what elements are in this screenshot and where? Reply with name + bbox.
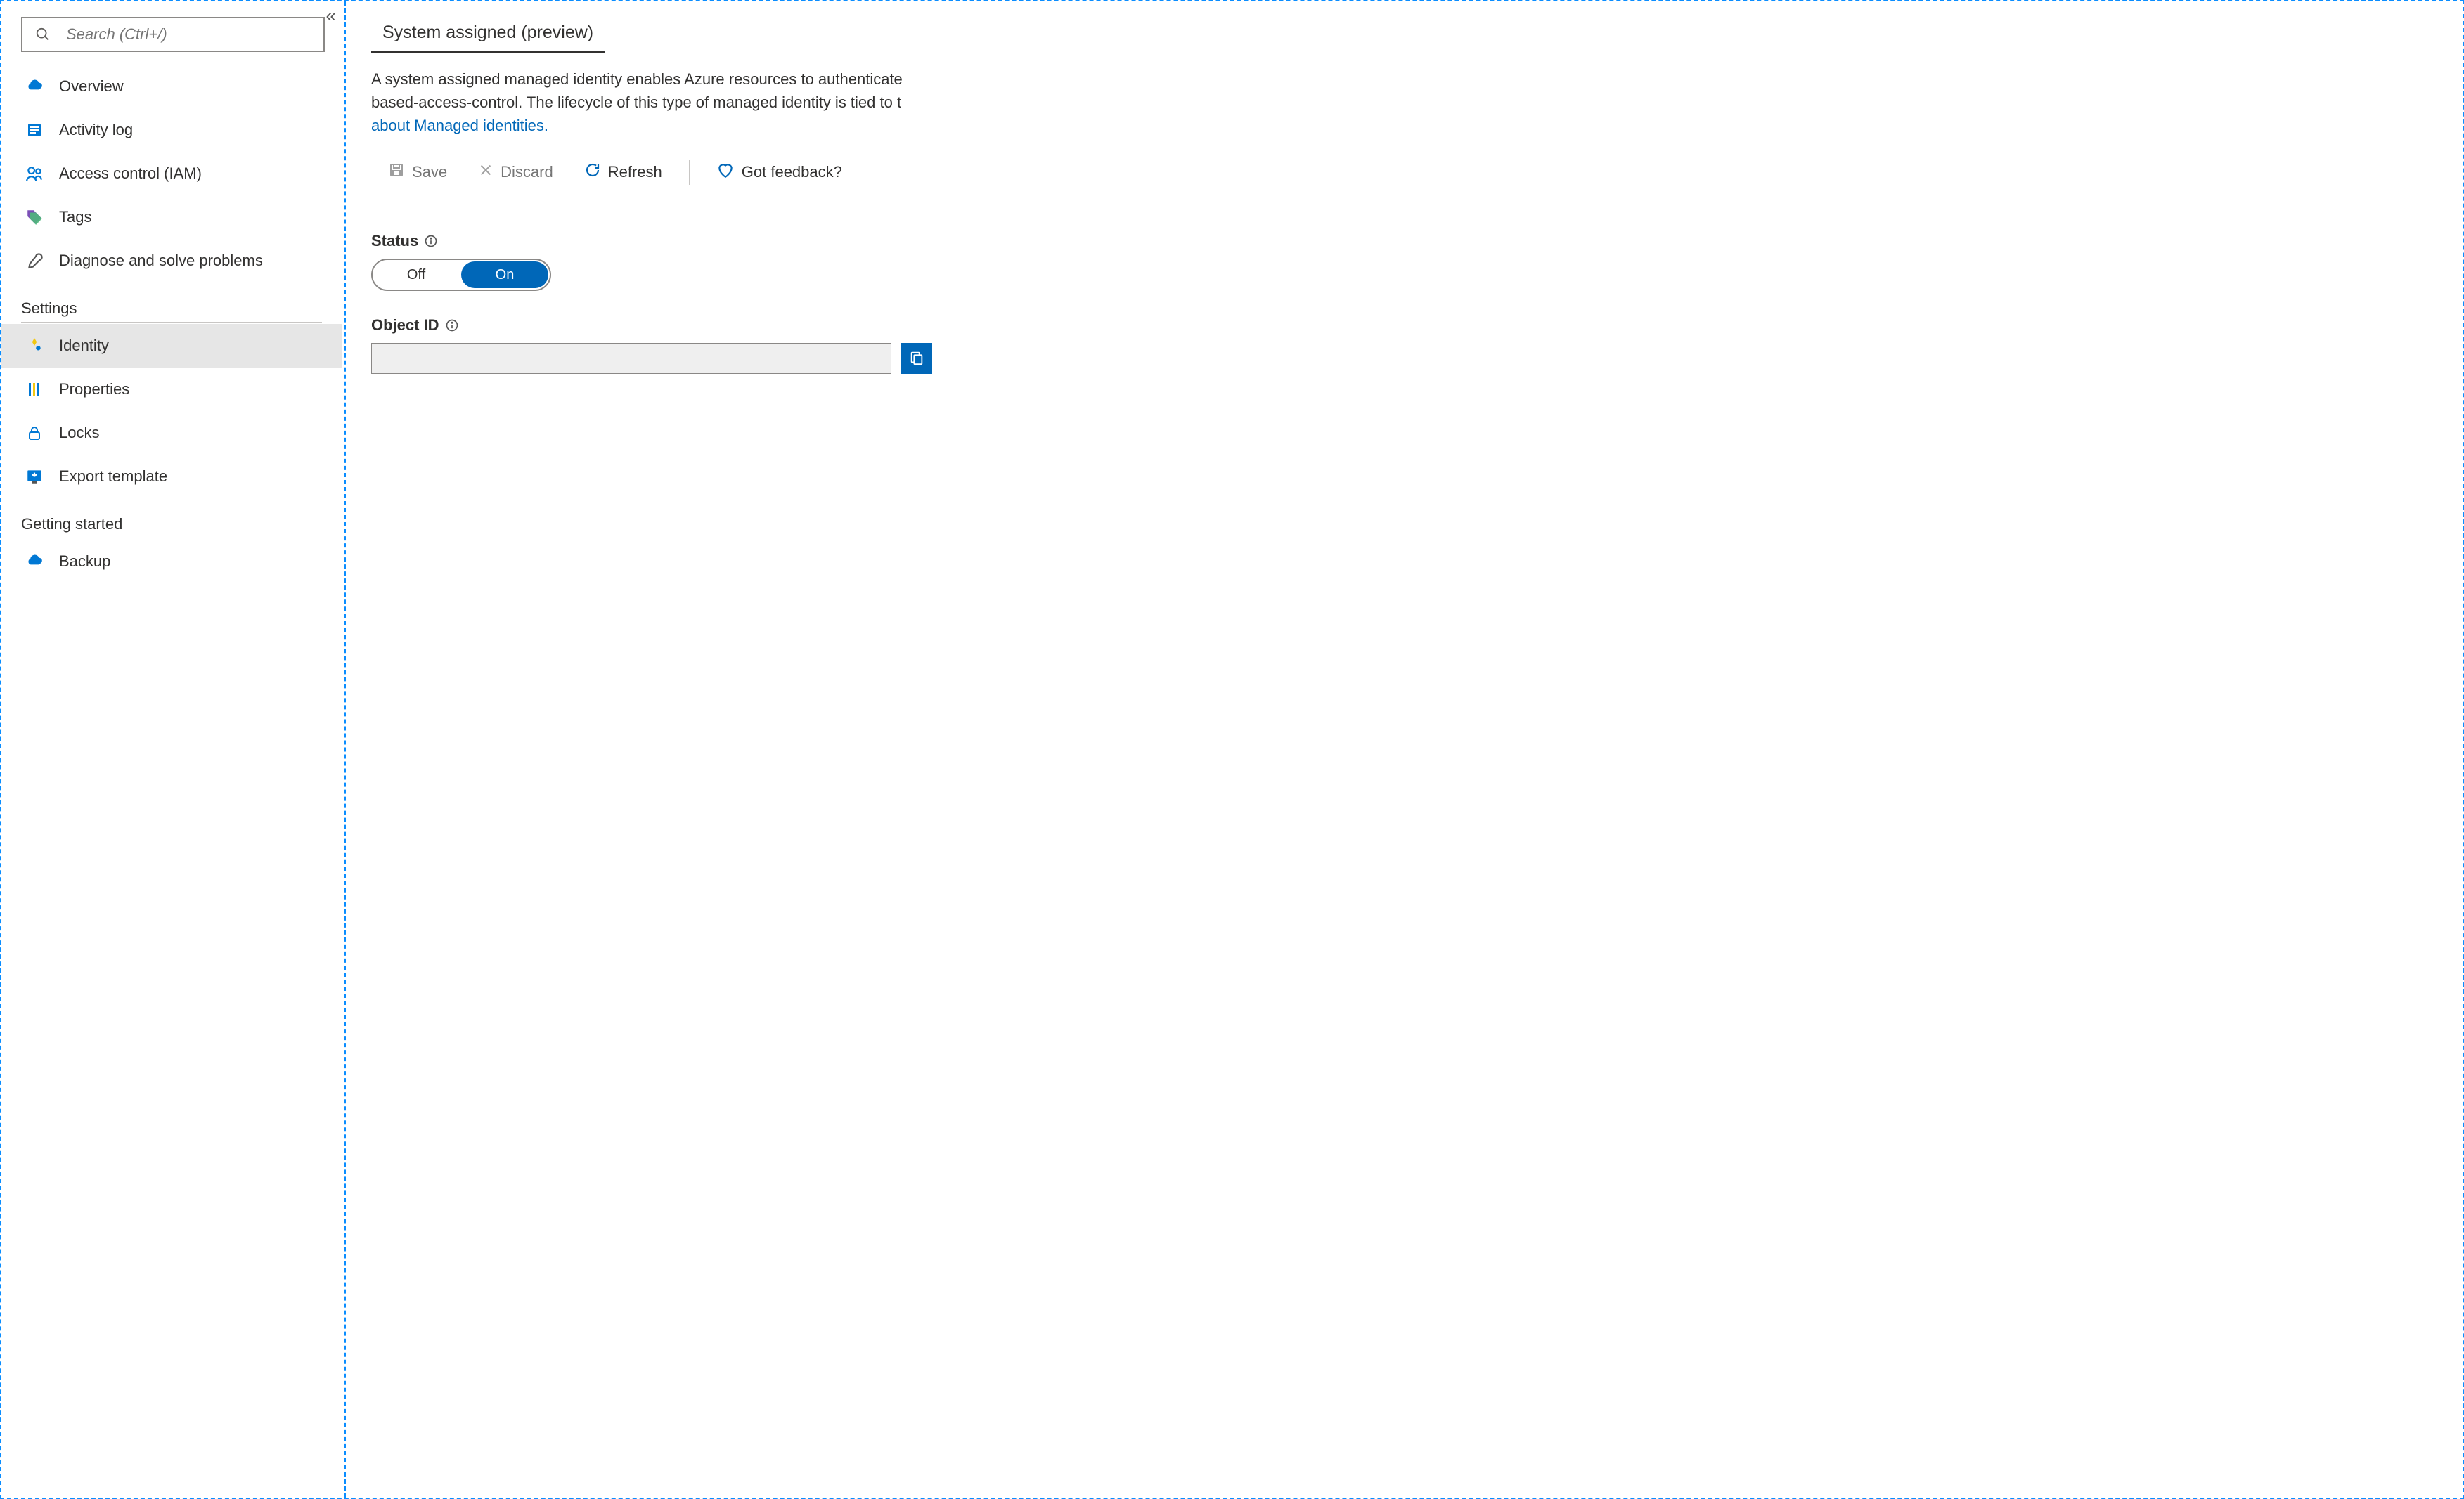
- copy-icon: [909, 350, 924, 368]
- properties-icon: [24, 379, 45, 400]
- copy-button[interactable]: [901, 343, 932, 374]
- iam-icon: [24, 163, 45, 184]
- refresh-icon: [584, 162, 601, 183]
- sidebar-item-tags[interactable]: Tags: [1, 195, 342, 239]
- toolbar-label: Got feedback?: [742, 163, 842, 181]
- sidebar-nav[interactable]: Overview Activity log Access control (IA…: [1, 65, 344, 1498]
- sidebar-item-label: Backup: [59, 552, 110, 571]
- sidebar-item-overview[interactable]: Overview: [1, 65, 342, 108]
- toolbar-label: Refresh: [608, 163, 662, 181]
- backup-icon: [24, 551, 45, 572]
- toolbar: Save Discard Refresh Got feedback?: [371, 153, 2463, 195]
- status-toggle-on[interactable]: On: [461, 261, 548, 288]
- locks-icon: [24, 422, 45, 443]
- sidebar-item-label: Activity log: [59, 121, 133, 139]
- search-input-container[interactable]: [21, 17, 325, 52]
- sidebar-item-backup[interactable]: Backup: [1, 540, 342, 583]
- toolbar-label: Save: [412, 163, 447, 181]
- sidebar-item-label: Overview: [59, 77, 124, 96]
- collapse-sidebar-button[interactable]: «: [322, 6, 340, 25]
- activity-log-icon: [24, 119, 45, 141]
- info-icon[interactable]: [445, 318, 459, 332]
- heart-icon: [716, 161, 735, 183]
- sidebar-item-label: Identity: [59, 337, 109, 355]
- status-toggle-off[interactable]: Off: [373, 260, 460, 290]
- section-header-settings: Settings: [21, 299, 322, 318]
- cloud-overview-icon: [24, 76, 45, 97]
- tab-system-assigned[interactable]: System assigned (preview): [371, 17, 605, 53]
- sidebar-item-identity[interactable]: Identity: [1, 324, 342, 368]
- sidebar-item-label: Diagnose and solve problems: [59, 252, 263, 270]
- tab-bar: System assigned (preview): [371, 17, 2463, 53]
- chevron-double-left-icon: «: [326, 5, 336, 26]
- sidebar-item-label: Locks: [59, 424, 99, 442]
- diagnose-icon: [24, 250, 45, 271]
- sidebar-item-properties[interactable]: Properties: [1, 368, 342, 411]
- sidebar-item-locks[interactable]: Locks: [1, 411, 342, 455]
- sidebar-item-label: Export template: [59, 467, 167, 486]
- learn-more-link[interactable]: about Managed identities.: [371, 117, 548, 134]
- identity-description: A system assigned managed identity enabl…: [371, 67, 2463, 137]
- sidebar-item-diagnose[interactable]: Diagnose and solve problems: [1, 239, 342, 283]
- objectid-field[interactable]: [371, 343, 891, 374]
- search-input[interactable]: [65, 25, 314, 44]
- identity-icon: [24, 335, 45, 356]
- status-label: Status: [371, 232, 438, 250]
- info-icon[interactable]: [424, 234, 438, 248]
- save-icon: [388, 162, 405, 183]
- section-header-getting-started: Getting started: [21, 515, 322, 533]
- sidebar-item-label: Properties: [59, 380, 129, 398]
- search-icon: [32, 24, 53, 45]
- refresh-button[interactable]: Refresh: [580, 161, 666, 183]
- sidebar-item-iam[interactable]: Access control (IAM): [1, 152, 342, 195]
- export-template-icon: [24, 466, 45, 487]
- status-toggle[interactable]: Off On: [371, 259, 551, 291]
- discard-button[interactable]: Discard: [474, 162, 557, 183]
- feedback-button[interactable]: Got feedback?: [712, 160, 846, 184]
- sidebar-item-activity-log[interactable]: Activity log: [1, 108, 342, 152]
- sidebar-item-label: Access control (IAM): [59, 164, 202, 183]
- main-content: System assigned (preview) A system assig…: [346, 1, 2463, 1498]
- toolbar-separator: [689, 160, 690, 185]
- objectid-label: Object ID: [371, 316, 459, 335]
- sidebar-item-export-template[interactable]: Export template: [1, 455, 342, 498]
- toolbar-label: Discard: [501, 163, 553, 181]
- sidebar-item-label: Tags: [59, 208, 91, 226]
- save-button[interactable]: Save: [384, 161, 451, 183]
- sidebar: « Overview Activity log: [1, 1, 346, 1498]
- discard-icon: [478, 162, 494, 182]
- tags-icon: [24, 207, 45, 228]
